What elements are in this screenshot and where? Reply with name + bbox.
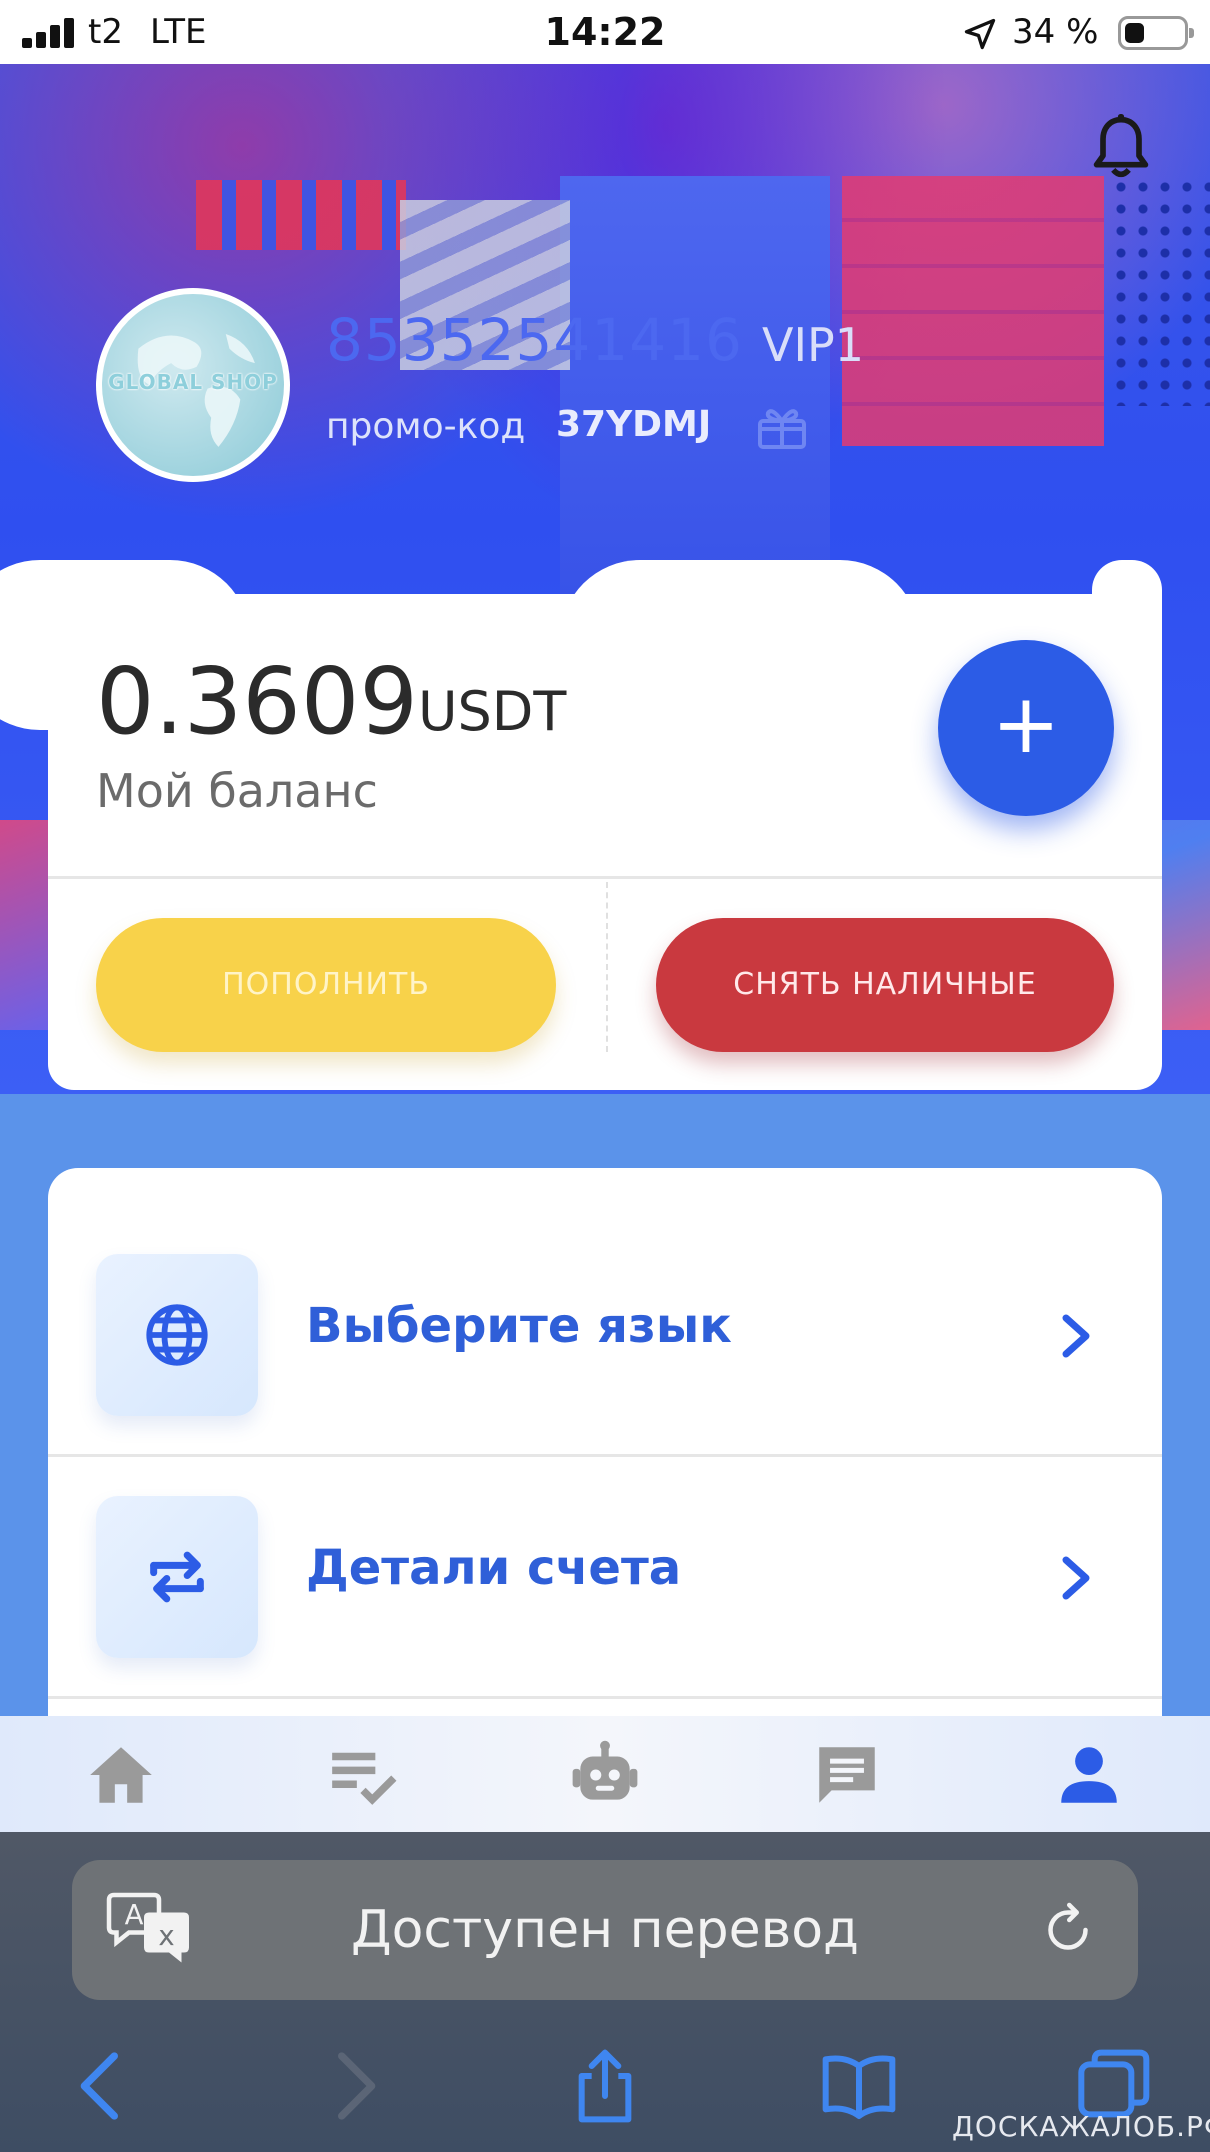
globe-icon	[146, 1304, 208, 1366]
tab-robot[interactable]	[568, 1738, 642, 1812]
avatar[interactable]: GLOBAL SHOP	[96, 288, 290, 482]
robot-icon	[572, 1740, 638, 1800]
gift-icon[interactable]	[756, 402, 808, 452]
menu-icon-box	[96, 1496, 258, 1658]
chevron-right-icon	[1062, 1556, 1090, 1600]
menu-item-label: Выберите язык	[306, 1298, 732, 1354]
card-divider	[48, 876, 1162, 879]
translate-banner-text: Доступен перевод	[350, 1900, 859, 1960]
avatar-logo-text: GLOBAL SHOP	[108, 370, 278, 394]
menu-divider	[48, 1696, 1162, 1699]
bookmarks-icon[interactable]	[818, 2046, 900, 2126]
withdraw-button[interactable]: СНЯТЬ НАЛИЧНЫЕ	[656, 918, 1114, 1052]
promo-code-label: промо-код	[326, 406, 526, 447]
balance-currency: USDT	[418, 680, 567, 743]
vip-badge: VIP1	[762, 318, 865, 372]
menu-divider	[48, 1454, 1162, 1457]
watermark: ДОСКАЖАЛОБ.РФ	[952, 2110, 1210, 2143]
user-id: 85352541416	[326, 306, 743, 374]
menu-item-label: Детали счета	[306, 1540, 682, 1596]
task-list-icon	[332, 1752, 397, 1805]
forward-icon[interactable]	[314, 2046, 396, 2126]
status-bar: t2 LTE 14:22 34 %	[0, 0, 1210, 64]
button-divider	[606, 882, 608, 1052]
home-icon	[90, 1747, 152, 1803]
tab-tasks[interactable]	[326, 1738, 400, 1812]
notification-bell-icon[interactable]	[1090, 112, 1152, 184]
location-arrow-icon	[964, 18, 996, 50]
menu-icon-box	[96, 1254, 258, 1416]
reload-icon[interactable]	[1038, 1900, 1098, 1960]
balance-amount: 0.3609	[96, 648, 418, 755]
share-icon[interactable]	[564, 2046, 646, 2126]
back-icon[interactable]	[60, 2046, 142, 2126]
chat-icon	[819, 1747, 875, 1803]
swap-arrows-icon	[150, 1551, 204, 1603]
person-icon	[1061, 1747, 1117, 1803]
deposit-button[interactable]: ПОПОЛНИТЬ	[96, 918, 556, 1052]
chevron-right-icon	[1062, 1314, 1090, 1358]
tab-profile[interactable]	[1052, 1738, 1126, 1812]
balance-label: Мой баланс	[96, 764, 378, 818]
bottom-tab-bar	[0, 1716, 1210, 1832]
add-funds-button[interactable]: +	[938, 640, 1114, 816]
tab-messages[interactable]	[810, 1738, 884, 1812]
battery-percent: 34 %	[1012, 12, 1099, 52]
tab-home[interactable]	[84, 1738, 158, 1812]
promo-code-value[interactable]: 37YDMJ	[556, 404, 711, 445]
battery-icon	[1118, 16, 1194, 50]
